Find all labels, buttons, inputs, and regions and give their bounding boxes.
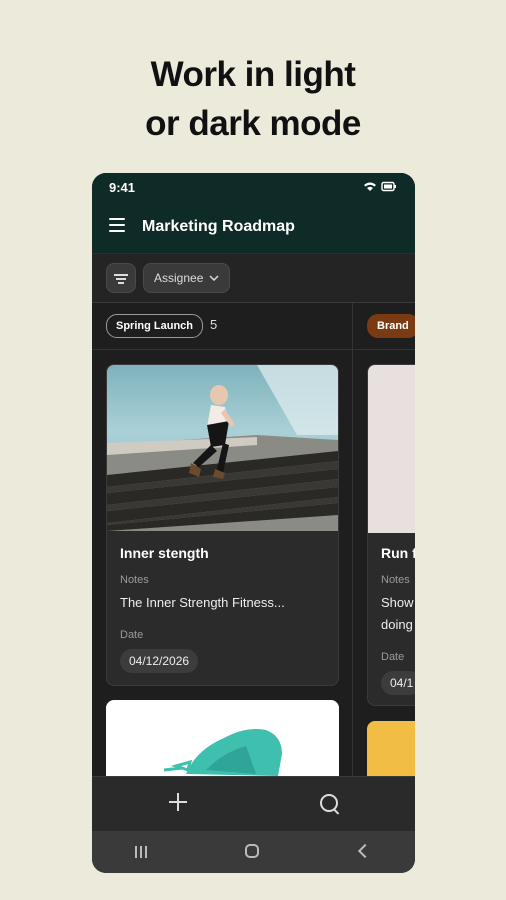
status-bar: 9:41 — [92, 173, 415, 201]
card-title: Inner stength — [120, 545, 209, 561]
recents-icon[interactable] — [135, 846, 149, 858]
date-value: 04/1 — [381, 671, 415, 695]
home-icon[interactable] — [245, 844, 259, 858]
card-inner-strength[interactable]: Inner stength Notes The Inner Strength F… — [106, 364, 339, 686]
status-time: 9:41 — [109, 180, 136, 195]
notes-label: Notes — [120, 574, 149, 586]
status-icons — [363, 181, 397, 196]
menu-icon[interactable] — [109, 218, 125, 232]
headline-line-2: or dark mode — [145, 104, 361, 143]
notes-label: Notes — [381, 574, 410, 586]
runner-photo — [107, 365, 338, 531]
card-photo — [368, 365, 415, 533]
assignee-label: Assignee — [154, 271, 204, 285]
date-label: Date — [120, 629, 144, 641]
bottom-toolbar — [92, 776, 415, 831]
card-title: Run f — [381, 545, 415, 561]
column-divider — [352, 303, 353, 776]
group-count: 5 — [210, 317, 218, 332]
search-icon[interactable] — [320, 794, 338, 812]
group-chip-brand[interactable]: Brand — [367, 314, 415, 338]
card-run[interactable]: Run f Notes Show doing Date 04/1 — [367, 364, 415, 706]
page-title: Marketing Roadmap — [142, 218, 295, 235]
filter-bar: Assignee — [92, 253, 415, 303]
title-bar: Marketing Roadmap — [92, 209, 415, 245]
card-photo — [107, 365, 338, 531]
app-bar: 9:41 Marketing Roadmap — [92, 173, 415, 253]
board: Spring Launch 5 Brand Inner stength Note… — [92, 303, 415, 791]
phone-screen: 9:41 Marketing Roadmap Assignee Spring L… — [92, 173, 415, 873]
filter-icon[interactable] — [106, 263, 136, 293]
chevron-down-icon — [209, 275, 219, 281]
assignee-dropdown[interactable]: Assignee — [143, 263, 231, 293]
headline: Work in light or dark mode — [0, 50, 506, 148]
headline-line-1: Work in light — [150, 55, 356, 94]
date-value: 04/12/2026 — [120, 649, 199, 673]
add-icon[interactable] — [169, 793, 187, 811]
group-chip-spring-launch[interactable]: Spring Launch — [106, 314, 203, 338]
notes-value: The Inner Strength Fitness... — [120, 595, 285, 610]
date-label: Date — [381, 651, 405, 663]
notes-value-line-2: doing — [381, 617, 413, 632]
notes-value-line-1: Show — [381, 595, 414, 610]
group-header: Spring Launch 5 Brand — [92, 303, 415, 350]
system-nav-bar — [92, 831, 415, 873]
back-icon[interactable] — [357, 843, 373, 859]
wifi-battery-icon — [364, 181, 396, 192]
